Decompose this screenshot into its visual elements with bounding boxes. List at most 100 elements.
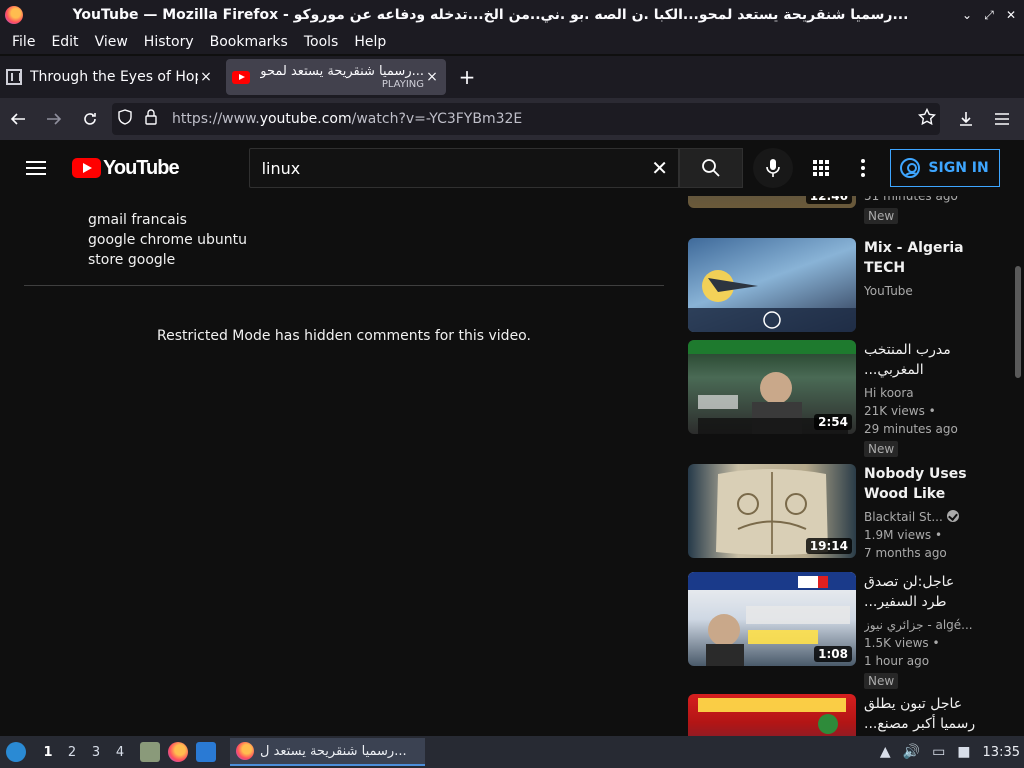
video-views: 21K views • [864,404,936,418]
clear-search-icon[interactable]: ✕ [642,156,678,180]
bookmark-star-icon[interactable] [914,107,940,130]
divider [24,285,664,286]
workspace-1[interactable]: 1 [36,745,60,760]
video-title[interactable]: عاجل:لن تصدق طرد السفير... [864,572,982,612]
video-views: 1.9M views • [864,528,943,542]
network-icon[interactable]: ▭ [932,744,945,760]
volume-icon[interactable]: 🔊 [903,744,920,760]
page-scrollbar[interactable] [1012,196,1024,736]
desktop-icon[interactable] [196,742,216,762]
file-manager-icon[interactable] [140,742,160,762]
updates-icon[interactable]: ▲ [880,744,891,760]
video-title[interactable]: Mix - Algeria TECH [864,238,982,278]
related-video[interactable]: 19:14 Nobody Uses Wood Like Thi... Black… [688,464,988,562]
search-button[interactable] [678,148,743,188]
clock: 13:35 [982,744,1020,760]
building-icon [6,69,22,85]
menu-tools[interactable]: Tools [296,34,347,50]
downloads-button[interactable] [948,103,984,135]
navigation-bar: https://www.youtube.com/watch?v=-YC3FYBm… [0,98,1024,140]
description-line: google chrome ubuntu [88,232,248,248]
search-icon [701,159,720,177]
video-channel[interactable]: YouTube [864,282,982,300]
maximize-icon[interactable]: ⤢ [980,8,998,23]
video-thumbnail[interactable]: 1:08 [688,572,856,666]
app-menu-button[interactable] [984,103,1020,135]
menu-help[interactable]: Help [346,34,394,50]
menu-bookmarks[interactable]: Bookmarks [202,34,296,50]
minimize-icon[interactable]: ⌄ [958,8,976,22]
new-tab-button[interactable]: + [452,65,482,89]
lock-icon[interactable] [138,109,164,129]
video-title[interactable]: مدرب المنتخب المغربي... [864,340,982,380]
menu-edit[interactable]: Edit [43,34,86,50]
video-channel[interactable]: Blacktail St... [864,508,982,526]
related-video[interactable]: 2:54 مدرب المنتخب المغربي... Hi koora 21… [688,340,988,457]
video-channel[interactable]: جزائري نيوز - algé... [864,616,982,634]
workspace-4[interactable]: 4 [108,745,132,760]
video-thumbnail[interactable]: 19:14 [688,464,856,558]
sign-in-label: SIGN IN [928,160,989,176]
menu-view[interactable]: View [87,34,136,50]
video-title[interactable]: عاجل تبون يطلق رسميا أكبر مصنع... [864,694,982,734]
search-input[interactable]: linux ✕ [248,148,679,188]
notifications-icon[interactable]: ■ [957,744,970,760]
more-options-icon[interactable] [860,159,865,177]
sign-in-button[interactable]: SIGN IN [889,149,1000,187]
workspace-3[interactable]: 3 [84,745,108,760]
video-thumbnail[interactable] [688,238,856,332]
url-text[interactable]: https://www.youtube.com/watch?v=-YC3FYBm… [164,111,914,127]
back-button[interactable] [0,103,36,135]
video-description: gmail francais google chrome ubuntu stor… [88,210,247,270]
channel-name: Blacktail St... [864,510,943,524]
video-channel[interactable]: Hi koora [864,384,982,402]
video-duration: 1:08 [814,646,852,662]
tracking-shield-icon[interactable] [112,109,138,129]
related-video[interactable]: Mix - Algeria TECH YouTube [688,238,988,332]
video-age: 51 minutes ago [864,196,958,203]
voice-search-button[interactable] [752,148,793,188]
taskbar-firefox-window[interactable]: رسميا شنقريحة يستعد ل... [230,738,425,766]
youtube-header: YouTube linux ✕ SIGN IN [0,140,1024,196]
reload-button[interactable] [72,103,108,135]
start-menu-icon[interactable] [6,742,26,762]
video-thumbnail[interactable] [688,694,856,736]
microphone-icon [765,159,780,177]
video-age: 7 months ago [864,546,947,560]
scrollbar-thumb[interactable] [1015,266,1021,378]
guide-menu-icon[interactable] [26,161,46,175]
tab-close-icon[interactable]: × [424,69,440,85]
tab-through-the-eyes[interactable]: Through the Eyes of Hope × [0,59,220,95]
video-age: 1 hour ago [864,654,930,668]
apps-grid-icon[interactable] [812,160,829,176]
video-thumbnail[interactable]: 12:46 [688,196,856,208]
factory-news-thumbnail-art [698,698,846,734]
mix-thumbnail-art [688,270,856,332]
search-query[interactable]: linux [250,159,642,178]
workspace-2[interactable]: 2 [60,745,84,760]
tab-youtube-video[interactable]: رسميا شنقريحة يستعد لمحو... PLAYING × [226,59,446,95]
related-video[interactable]: 12:46 51 minutes ago New [688,196,988,224]
related-video[interactable]: 1:08 عاجل:لن تصدق طرد السفير... جزائري ن… [688,572,988,689]
close-window-icon[interactable]: ✕ [1002,8,1020,22]
download-icon [960,112,972,126]
video-title[interactable]: Nobody Uses Wood Like Thi... [864,464,982,504]
hamburger-menu-icon [995,113,1009,125]
video-thumbnail[interactable]: 2:54 [688,340,856,434]
description-line: store google [88,252,176,268]
watch-page: gmail francais google chrome ubuntu stor… [0,196,1012,736]
related-video[interactable]: عاجل تبون يطلق رسميا أكبر مصنع... [688,694,988,736]
youtube-logo[interactable]: YouTube [72,157,180,180]
video-duration: 2:54 [814,414,852,430]
url-path: /watch?v=-YC3FYBm32E [351,111,523,127]
related-videos: 12:46 51 minutes ago New Mix - Algeria T… [688,196,988,736]
new-badge: New [864,208,899,224]
window-titlebar: YouTube — Mozilla Firefox - رسميا شنقريح… [0,0,1024,30]
menu-history[interactable]: History [136,34,202,50]
url-bar[interactable]: https://www.youtube.com/watch?v=-YC3FYBm… [112,103,940,135]
video-views: 1.5K views • [864,636,940,650]
menu-file[interactable]: File [4,34,43,50]
firefox-launcher-icon[interactable] [168,742,188,762]
tab-close-icon[interactable]: × [198,69,214,85]
forward-button[interactable] [36,103,72,135]
